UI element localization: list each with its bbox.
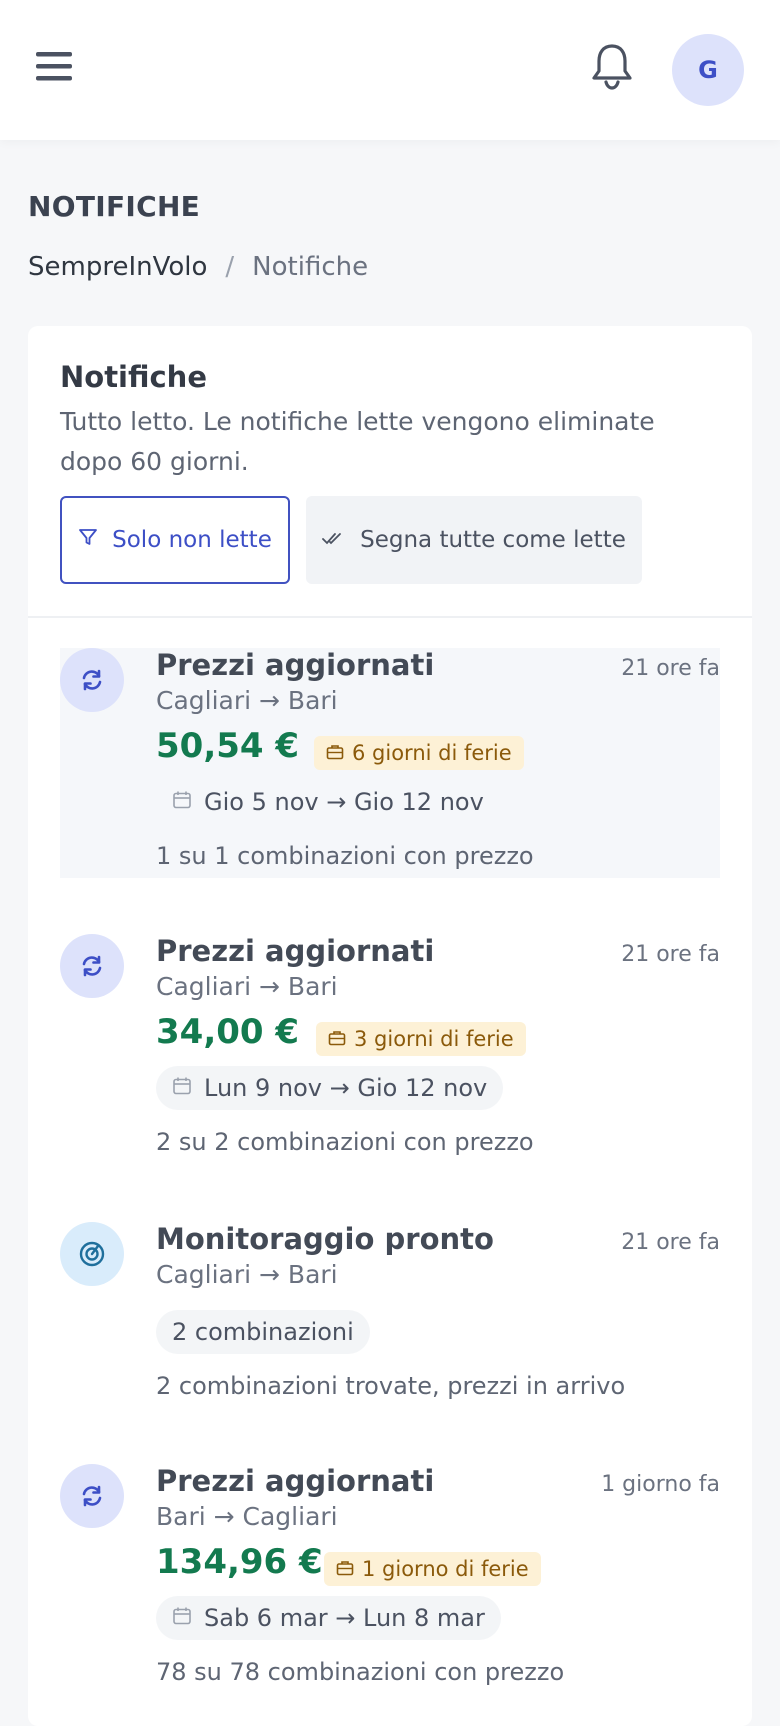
- notification-price: 134,96 €: [156, 1542, 323, 1582]
- notification-price: 50,54 €: [156, 726, 300, 766]
- notifications-card: Notifiche Tutto letto. Le notifiche lett…: [28, 326, 752, 1726]
- vacation-days: 1 giorno di ferie: [362, 1557, 529, 1581]
- vacation-days: 6 giorni di ferie: [352, 741, 512, 765]
- combinations-text: 2 su 2 combinazioni con prezzo: [156, 1128, 534, 1156]
- vacation-badge: 3 giorni di ferie: [316, 1022, 526, 1056]
- top-bar: G: [0, 0, 780, 140]
- notification-time: 21 ore fa: [621, 656, 720, 681]
- sync-icon: [60, 1464, 124, 1528]
- hamburger-icon[interactable]: [36, 48, 76, 88]
- radar-icon: [60, 1222, 124, 1286]
- card-subtitle: Tutto letto. Le notifiche lette vengono …: [60, 407, 655, 476]
- date-range: Sab 6 mar → Lun 8 mar: [156, 1596, 501, 1640]
- briefcase-icon: [336, 1557, 354, 1581]
- notification-time: 1 giorno fa: [601, 1472, 720, 1497]
- notification-item[interactable]: Monitoraggio pronto 21 ore fa Cagliari →…: [60, 1222, 720, 1402]
- mark-all-read-button[interactable]: Segna tutte come lette: [306, 496, 642, 584]
- notification-item[interactable]: Prezzi aggiornati 21 ore fa Cagliari → B…: [60, 648, 720, 878]
- sync-icon: [60, 934, 124, 998]
- date-range: Lun 9 nov → Gio 12 nov: [156, 1066, 504, 1110]
- notification-route: Cagliari → Bari: [156, 972, 338, 1001]
- breadcrumb-separator: /: [225, 252, 235, 282]
- breadcrumb: SempreInVolo / Notifiche: [28, 252, 368, 282]
- calendar-icon: [172, 1074, 192, 1102]
- notification-item[interactable]: Prezzi aggiornati 21 ore fa Cagliari → B…: [60, 934, 720, 1156]
- notification-time: 21 ore fa: [621, 1230, 720, 1255]
- notification-title: Prezzi aggiornati: [156, 648, 435, 682]
- combinations-text: 1 su 1 combinazioni con prezzo: [156, 842, 534, 870]
- vacation-badge: 6 giorni di ferie: [314, 736, 524, 770]
- briefcase-icon: [326, 741, 344, 765]
- vacation-badge: 1 giorno di ferie: [324, 1552, 541, 1586]
- avatar[interactable]: G: [672, 34, 744, 106]
- double-check-icon: [322, 527, 344, 553]
- unread-only-button[interactable]: Solo non lette: [60, 496, 290, 584]
- date-range-text: Gio 5 nov → Gio 12 nov: [204, 788, 484, 816]
- notification-message: 2 combinazioni trovate, prezzi in arrivo: [156, 1372, 626, 1400]
- sync-icon: [60, 648, 124, 712]
- bell-icon[interactable]: [590, 42, 634, 90]
- date-range-text: Sab 6 mar → Lun 8 mar: [204, 1604, 485, 1632]
- filter-icon: [78, 527, 98, 553]
- date-range-text: Lun 9 nov → Gio 12 nov: [204, 1074, 488, 1102]
- notification-route: Cagliari → Bari: [156, 1260, 338, 1289]
- notification-title: Prezzi aggiornati: [156, 1464, 435, 1498]
- card-title: Notifiche: [60, 360, 207, 394]
- notification-title: Prezzi aggiornati: [156, 934, 435, 968]
- notification-title: Monitoraggio pronto: [156, 1222, 494, 1256]
- notification-time: 21 ore fa: [621, 942, 720, 967]
- calendar-icon: [172, 788, 192, 816]
- vacation-days: 3 giorni di ferie: [354, 1027, 514, 1051]
- combinations-badge: 2 combinazioni: [156, 1310, 370, 1354]
- notification-price: 34,00 €: [156, 1012, 300, 1052]
- date-range: Gio 5 nov → Gio 12 nov: [156, 780, 500, 824]
- notification-item[interactable]: Prezzi aggiornati 1 giorno fa Bari → Cag…: [60, 1464, 720, 1694]
- calendar-icon: [172, 1604, 192, 1632]
- breadcrumb-home-link[interactable]: SempreInVolo: [28, 252, 207, 282]
- combinations-text: 78 su 78 combinazioni con prezzo: [156, 1658, 565, 1686]
- divider: [28, 616, 752, 618]
- page-title: NOTIFICHE: [28, 190, 201, 223]
- breadcrumb-current: Notifiche: [252, 252, 369, 282]
- combinations-badge-text: 2 combinazioni: [172, 1318, 354, 1346]
- notification-route: Cagliari → Bari: [156, 686, 338, 715]
- unread-only-label: Solo non lette: [112, 527, 272, 553]
- notification-route: Bari → Cagliari: [156, 1502, 338, 1531]
- briefcase-icon: [328, 1027, 346, 1051]
- mark-all-read-label: Segna tutte come lette: [360, 527, 626, 553]
